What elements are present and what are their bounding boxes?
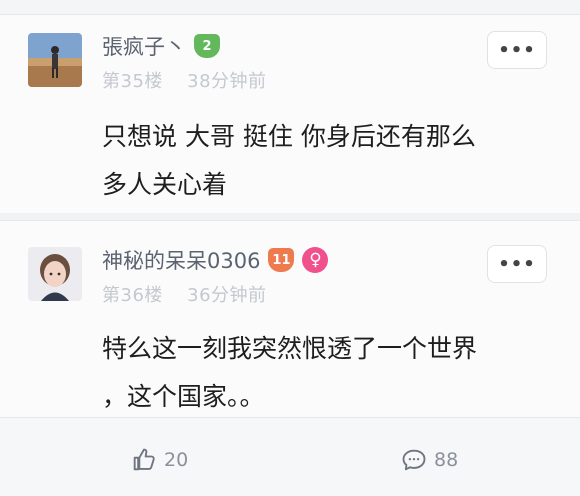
comment-line: 只想说 大哥 挺住 你身后还有那么 bbox=[102, 122, 476, 151]
comment-line: 多人关心着 bbox=[102, 170, 228, 199]
time-ago: 36分钟前 bbox=[187, 285, 267, 306]
time-ago: 38分钟前 bbox=[187, 71, 267, 92]
like-count: 20 bbox=[164, 449, 189, 471]
comment-item: 張疯子丶 2 第35楼 38分钟前 ••• 只想说 大哥 挺住 你身后还有那么 … bbox=[0, 15, 580, 213]
comment-line: 特么这一刻我突然恨透了一个世界 bbox=[102, 334, 478, 363]
username[interactable]: 神秘的呆呆0306 bbox=[102, 245, 260, 275]
comment-line: ，这个国家。。 bbox=[102, 382, 265, 411]
avatar[interactable] bbox=[28, 33, 82, 87]
level-badge: 11 bbox=[268, 248, 295, 272]
more-options-button[interactable]: ••• bbox=[487, 31, 547, 69]
female-icon: ♀ bbox=[302, 247, 329, 273]
floor-number: 第35楼 bbox=[102, 71, 163, 92]
comment-bubble-icon bbox=[402, 449, 426, 471]
separator bbox=[0, 213, 580, 220]
thumbs-up-icon bbox=[133, 448, 155, 471]
more-options-button[interactable]: ••• bbox=[487, 245, 547, 283]
top-divider bbox=[0, 0, 580, 15]
level-badge: 2 bbox=[194, 34, 220, 58]
reply-button[interactable]: 88 bbox=[400, 446, 458, 474]
user-header: 張疯子丶 2 bbox=[102, 31, 220, 61]
action-bar: 20 88 bbox=[0, 417, 580, 496]
comment-screen: 張疯子丶 2 第35楼 38分钟前 ••• 只想说 大哥 挺住 你身后还有那么 … bbox=[0, 0, 580, 496]
comment-item: 神秘的呆呆0306 11 ♀ 第36楼 36分钟前 ••• 特么这一刻我突然恨透… bbox=[0, 220, 580, 417]
reply-count: 88 bbox=[434, 449, 459, 471]
comment-text: 特么这一刻我突然恨透了一个世界 ，这个国家。。 bbox=[102, 325, 552, 421]
user-header: 神秘的呆呆0306 11 ♀ bbox=[102, 245, 329, 275]
like-button[interactable]: 20 bbox=[130, 446, 188, 474]
username[interactable]: 張疯子丶 bbox=[102, 31, 186, 61]
avatar[interactable] bbox=[28, 247, 82, 301]
comment-meta: 第35楼 38分钟前 bbox=[102, 67, 267, 93]
comment-meta: 第36楼 36分钟前 bbox=[102, 281, 267, 307]
comment-text: 只想说 大哥 挺住 你身后还有那么 多人关心着 bbox=[102, 113, 552, 209]
floor-number: 第36楼 bbox=[102, 285, 163, 306]
